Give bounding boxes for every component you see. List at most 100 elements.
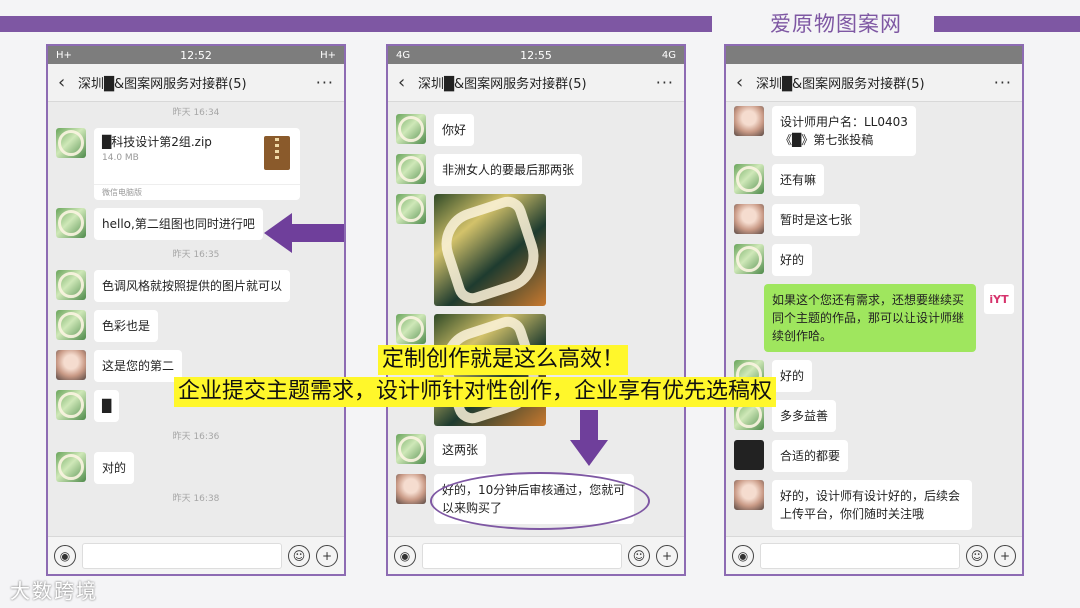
avatar[interactable] <box>396 194 426 224</box>
network-indicator: H+ <box>320 49 336 61</box>
avatar[interactable] <box>56 350 86 380</box>
signal-indicator: H+ <box>56 49 72 61</box>
message-bubble[interactable]: 你好 <box>434 114 475 146</box>
avatar[interactable] <box>396 154 426 184</box>
avatar[interactable] <box>56 128 86 158</box>
message-bubble[interactable]: █ <box>94 390 120 422</box>
message-input[interactable] <box>760 542 960 569</box>
message-bubble[interactable]: 好的 <box>772 360 813 392</box>
avatar[interactable] <box>56 208 86 238</box>
chevron-left-icon[interactable]: ‹ <box>398 72 414 93</box>
avatar[interactable] <box>396 434 426 464</box>
message-row: 你好 <box>388 110 684 150</box>
voice-icon[interactable]: ◉ <box>732 544 754 567</box>
message-row: 暂时是这七张 <box>726 200 1022 240</box>
message-row: 如果这个您还有需求，还想要继续买同个主题的作品，那可以让设计师继续创作哈。 iY… <box>726 280 1022 356</box>
message-bubble[interactable]: 对的 <box>94 452 135 484</box>
message-bubble[interactable]: 这两张 <box>434 434 487 466</box>
message-row: 还有嘛 <box>726 160 1022 200</box>
chat-messages[interactable]: 昨天 16:34 █科技设计第2组.zip 14.0 MB 微信电脑版 hell… <box>48 102 344 536</box>
status-time: 12:55 <box>520 48 552 62</box>
emoji-icon[interactable]: ☺ <box>288 544 310 567</box>
avatar[interactable] <box>734 440 764 470</box>
highlight-oval <box>430 472 650 530</box>
chat-title: 深圳█&图案网服务对接群(5) <box>418 77 587 92</box>
plus-icon[interactable]: + <box>316 544 338 567</box>
message-row <box>388 190 684 310</box>
chat-title: 深圳█&图案网服务对接群(5) <box>78 77 247 92</box>
status-bar: H+ 12:52 H+ <box>48 46 344 64</box>
message-bubble[interactable]: 暂时是这七张 <box>772 204 861 236</box>
input-bar: ◉ ☺ + <box>726 536 1022 574</box>
zip-file-icon <box>264 136 290 170</box>
emoji-icon[interactable]: ☺ <box>628 544 650 567</box>
phone-screenshot-3: ‹ 深圳█&图案网服务对接群(5) ··· 设计师用户名：LL0403 《█》第… <box>724 44 1024 576</box>
message-row: █科技设计第2组.zip 14.0 MB 微信电脑版 <box>48 124 344 204</box>
emoji-icon[interactable]: ☺ <box>966 544 988 567</box>
message-input[interactable] <box>82 542 282 569</box>
file-name: █科技设计第2组.zip <box>102 135 212 149</box>
avatar[interactable] <box>734 106 764 136</box>
message-bubble[interactable]: 多多益善 <box>772 400 837 432</box>
message-row: 好的，设计师有设计好的，后续会上传平台，你们随时关注哦 <box>726 476 1022 534</box>
chat-header: ‹ 深圳█&图案网服务对接群(5) ··· <box>726 64 1022 102</box>
message-row: 好的 <box>726 240 1022 280</box>
message-row: 合适的都要 <box>726 436 1022 476</box>
message-row: 色调风格就按照提供的图片就可以 <box>48 266 344 306</box>
chat-messages[interactable]: 设计师用户名：LL0403 《█》第七张投稿 还有嘛 暂时是这七张 好的 如果这… <box>726 102 1022 536</box>
avatar[interactable] <box>396 474 426 504</box>
message-bubble[interactable]: 色调风格就按照提供的图片就可以 <box>94 270 291 302</box>
message-bubble[interactable]: 设计师用户名：LL0403 《█》第七张投稿 <box>772 106 916 156</box>
message-bubble[interactable]: 还有嘛 <box>772 164 825 196</box>
voice-icon[interactable]: ◉ <box>394 544 416 567</box>
more-icon[interactable]: ··· <box>316 73 334 92</box>
chevron-left-icon[interactable]: ‹ <box>736 72 752 93</box>
plus-icon[interactable]: + <box>994 544 1016 567</box>
avatar[interactable] <box>56 452 86 482</box>
input-bar: ◉ ☺ + <box>48 536 344 574</box>
message-bubble[interactable]: 色彩也是 <box>94 310 159 342</box>
file-message[interactable]: █科技设计第2组.zip 14.0 MB 微信电脑版 <box>94 128 300 200</box>
chevron-left-icon[interactable]: ‹ <box>58 72 74 93</box>
avatar[interactable] <box>56 270 86 300</box>
avatar[interactable] <box>396 314 426 344</box>
avatar[interactable] <box>734 480 764 510</box>
timestamp: 昨天 16:34 <box>172 108 220 118</box>
status-bar: 4G 12:55 4G <box>388 46 684 64</box>
message-input[interactable] <box>422 542 622 569</box>
brand-title: 爱原物图案网 <box>770 12 902 36</box>
chat-messages[interactable]: 你好 非洲女人的要最后那两张 这两张 好的，10分钟后审核通过，您就可以来购买了 <box>388 102 684 536</box>
signal-indicator: 4G <box>396 49 411 61</box>
message-bubble[interactable]: hello,第二组图也同时进行吧 <box>94 208 263 240</box>
image-message[interactable] <box>434 194 546 306</box>
arrow-down-annotation <box>570 410 608 466</box>
watermark: 大数跨境 <box>10 579 98 603</box>
message-bubble[interactable]: 好的 <box>772 244 813 276</box>
chat-title: 深圳█&图案网服务对接群(5) <box>756 77 925 92</box>
message-bubble[interactable]: 合适的都要 <box>772 440 849 472</box>
message-row: 色彩也是 <box>48 306 344 346</box>
message-bubble[interactable]: 这是您的第二 <box>94 350 183 382</box>
avatar[interactable] <box>734 204 764 234</box>
avatar[interactable] <box>734 244 764 274</box>
chat-header: ‹ 深圳█&图案网服务对接群(5) ··· <box>48 64 344 102</box>
message-bubble[interactable]: 好的，设计师有设计好的，后续会上传平台，你们随时关注哦 <box>772 480 972 530</box>
arrow-left-annotation <box>264 213 344 253</box>
plus-icon[interactable]: + <box>656 544 678 567</box>
top-accent-bar-left <box>0 16 712 32</box>
more-icon[interactable]: ··· <box>994 73 1012 92</box>
message-bubble-self[interactable]: 如果这个您还有需求，还想要继续买同个主题的作品，那可以让设计师继续创作哈。 <box>764 284 976 352</box>
avatar[interactable] <box>396 114 426 144</box>
avatar[interactable] <box>56 310 86 340</box>
file-source: 微信电脑版 <box>94 184 300 200</box>
avatar[interactable] <box>56 390 86 420</box>
message-bubble[interactable]: 非洲女人的要最后那两张 <box>434 154 583 186</box>
voice-icon[interactable]: ◉ <box>54 544 76 567</box>
message-row: 设计师用户名：LL0403 《█》第七张投稿 <box>726 102 1022 160</box>
avatar[interactable] <box>734 164 764 194</box>
brand-logo-avatar[interactable]: iYT <box>984 284 1014 314</box>
more-icon[interactable]: ··· <box>656 73 674 92</box>
network-indicator: 4G <box>661 49 676 61</box>
status-time: 12:52 <box>180 48 212 62</box>
input-bar: ◉ ☺ + <box>388 536 684 574</box>
